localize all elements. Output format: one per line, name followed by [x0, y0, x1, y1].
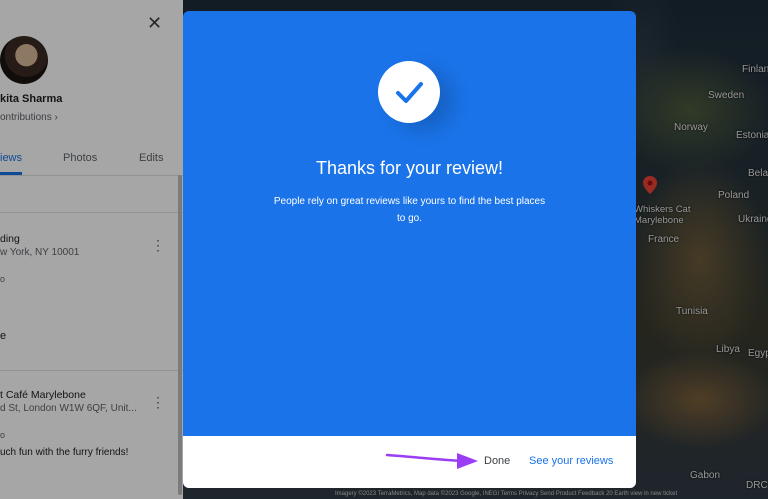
see-your-reviews-button[interactable]: See your reviews — [529, 455, 613, 467]
review-confirmation-dialog: Thanks for your review! People rely on g… — [183, 11, 636, 488]
dialog-message: People rely on great reviews like yours … — [273, 196, 546, 224]
pointer-arrow-icon — [385, 449, 480, 478]
checkmark-icon — [378, 61, 440, 123]
dialog-title: Thanks for your review! — [315, 158, 504, 178]
done-button[interactable]: Done — [484, 455, 510, 467]
